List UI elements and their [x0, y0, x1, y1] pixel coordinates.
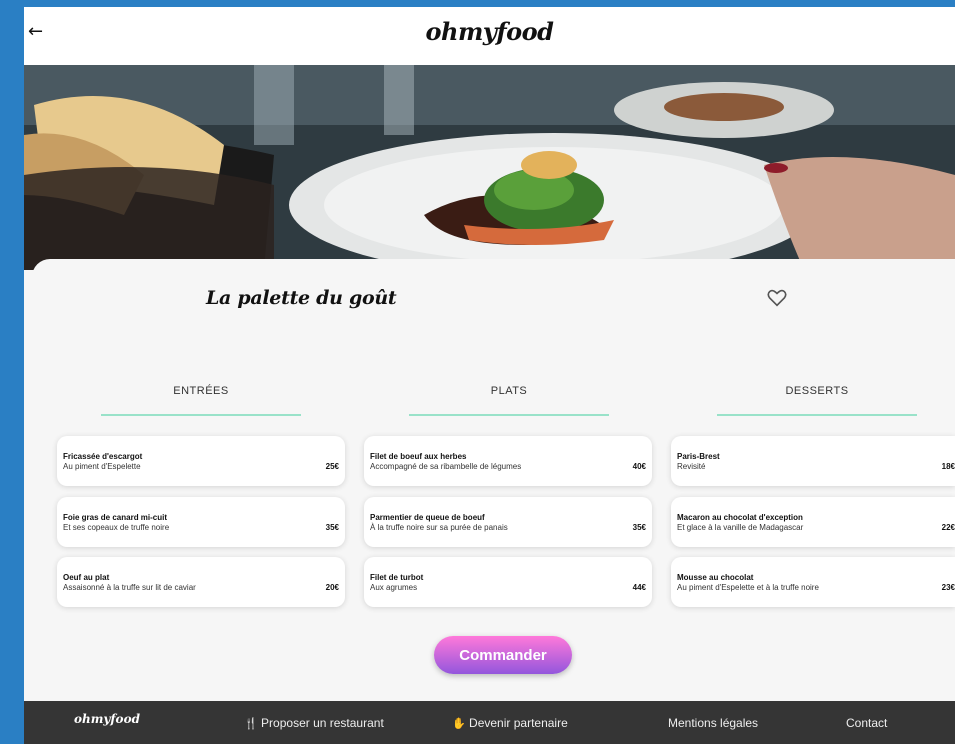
footer: ohmyfood 🍴 Proposer un restaurant ✋ Deve…: [24, 701, 955, 744]
handshake-icon: ✋: [452, 717, 466, 730]
dish-description: Et glace à la vanille de Madagascar: [677, 523, 804, 532]
dish-price: 18€: [941, 462, 955, 471]
dish-description: Assaisonné à la truffe sur lit de caviar: [63, 583, 196, 592]
dish-card[interactable]: Mousse au chocolat Au piment d'Espelette…: [671, 557, 955, 607]
dish-price: 20€: [325, 583, 339, 592]
fork-knife-icon: 🍴: [244, 717, 258, 730]
dish-card[interactable]: Filet de boeuf aux herbes Accompagné de …: [364, 436, 652, 486]
dish-name: Oeuf au plat: [63, 573, 110, 582]
footer-link-contact[interactable]: Contact: [846, 716, 887, 730]
dish-description: Revisité: [677, 462, 706, 471]
section-title-plats: PLATS: [490, 385, 528, 397]
dish-name: Foie gras de canard mi-cuit: [63, 513, 168, 522]
dish-price: 23€: [941, 583, 955, 592]
dish-name: Parmentier de queue de boeuf: [370, 513, 485, 522]
footer-link-partner[interactable]: ✋ Devenir partenaire: [452, 716, 568, 730]
hero-photo: [24, 65, 955, 270]
dish-name: Filet de boeuf aux herbes: [370, 452, 467, 461]
dish-description: Au piment d'Espelette et à la truffe noi…: [677, 583, 819, 592]
order-button[interactable]: Commander: [434, 636, 572, 674]
app-window: ← ohmyfood La palette du goût ENTRÉES PL…: [24, 7, 955, 744]
section-title-entrees: ENTRÉES: [173, 385, 229, 397]
section-underline: [717, 414, 917, 416]
logo[interactable]: ohmyfood: [24, 17, 955, 46]
section-underline: [101, 414, 301, 416]
top-bar: ← ohmyfood: [24, 7, 955, 65]
dish-card[interactable]: Paris-Brest Revisité 18€: [671, 436, 955, 486]
hero-image: [24, 65, 955, 270]
dish-price: 44€: [632, 583, 646, 592]
dish-card[interactable]: Filet de turbot Aux agrumes 44€: [364, 557, 652, 607]
dish-name: Mousse au chocolat: [677, 573, 754, 582]
dish-description: Et ses copeaux de truffe noire: [63, 523, 170, 532]
dish-card[interactable]: Macaron au chocolat d'exception Et glace…: [671, 497, 955, 547]
section-title-desserts: DESSERTS: [785, 385, 849, 397]
dish-name: Macaron au chocolat d'exception: [677, 513, 803, 522]
footer-link-propose[interactable]: 🍴 Proposer un restaurant: [244, 716, 384, 730]
footer-logo[interactable]: ohmyfood: [74, 712, 140, 726]
dish-description: À la truffe noire sur sa purée de panais: [370, 523, 508, 532]
dish-card[interactable]: Fricassée d'escargot Au piment d'Espelet…: [57, 436, 345, 486]
dish-name: Fricassée d'escargot: [63, 452, 143, 461]
dish-description: Accompagné de sa ribambelle de légumes: [370, 462, 522, 471]
section-underline: [409, 414, 609, 416]
dish-description: Aux agrumes: [370, 583, 418, 592]
footer-link-legal[interactable]: Mentions légales: [668, 716, 758, 730]
dish-description: Au piment d'Espelette: [63, 462, 141, 471]
dish-price: 22€: [941, 523, 955, 532]
footer-link-label: Proposer un restaurant: [261, 716, 384, 730]
dish-price: 35€: [632, 523, 646, 532]
dish-card[interactable]: Oeuf au plat Assaisonné à la truffe sur …: [57, 557, 345, 607]
dish-name: Paris-Brest: [677, 452, 720, 461]
dish-card[interactable]: Parmentier de queue de boeuf À la truffe…: [364, 497, 652, 547]
dish-card[interactable]: Foie gras de canard mi-cuit Et ses copea…: [57, 497, 345, 547]
restaurant-title: La palette du goût: [206, 287, 397, 309]
dish-price: 40€: [632, 462, 646, 471]
footer-link-label: Devenir partenaire: [469, 716, 568, 730]
dish-price: 35€: [325, 523, 339, 532]
dish-price: 25€: [325, 462, 339, 471]
dish-name: Filet de turbot: [370, 573, 424, 582]
heart-outline-icon[interactable]: [766, 287, 788, 309]
